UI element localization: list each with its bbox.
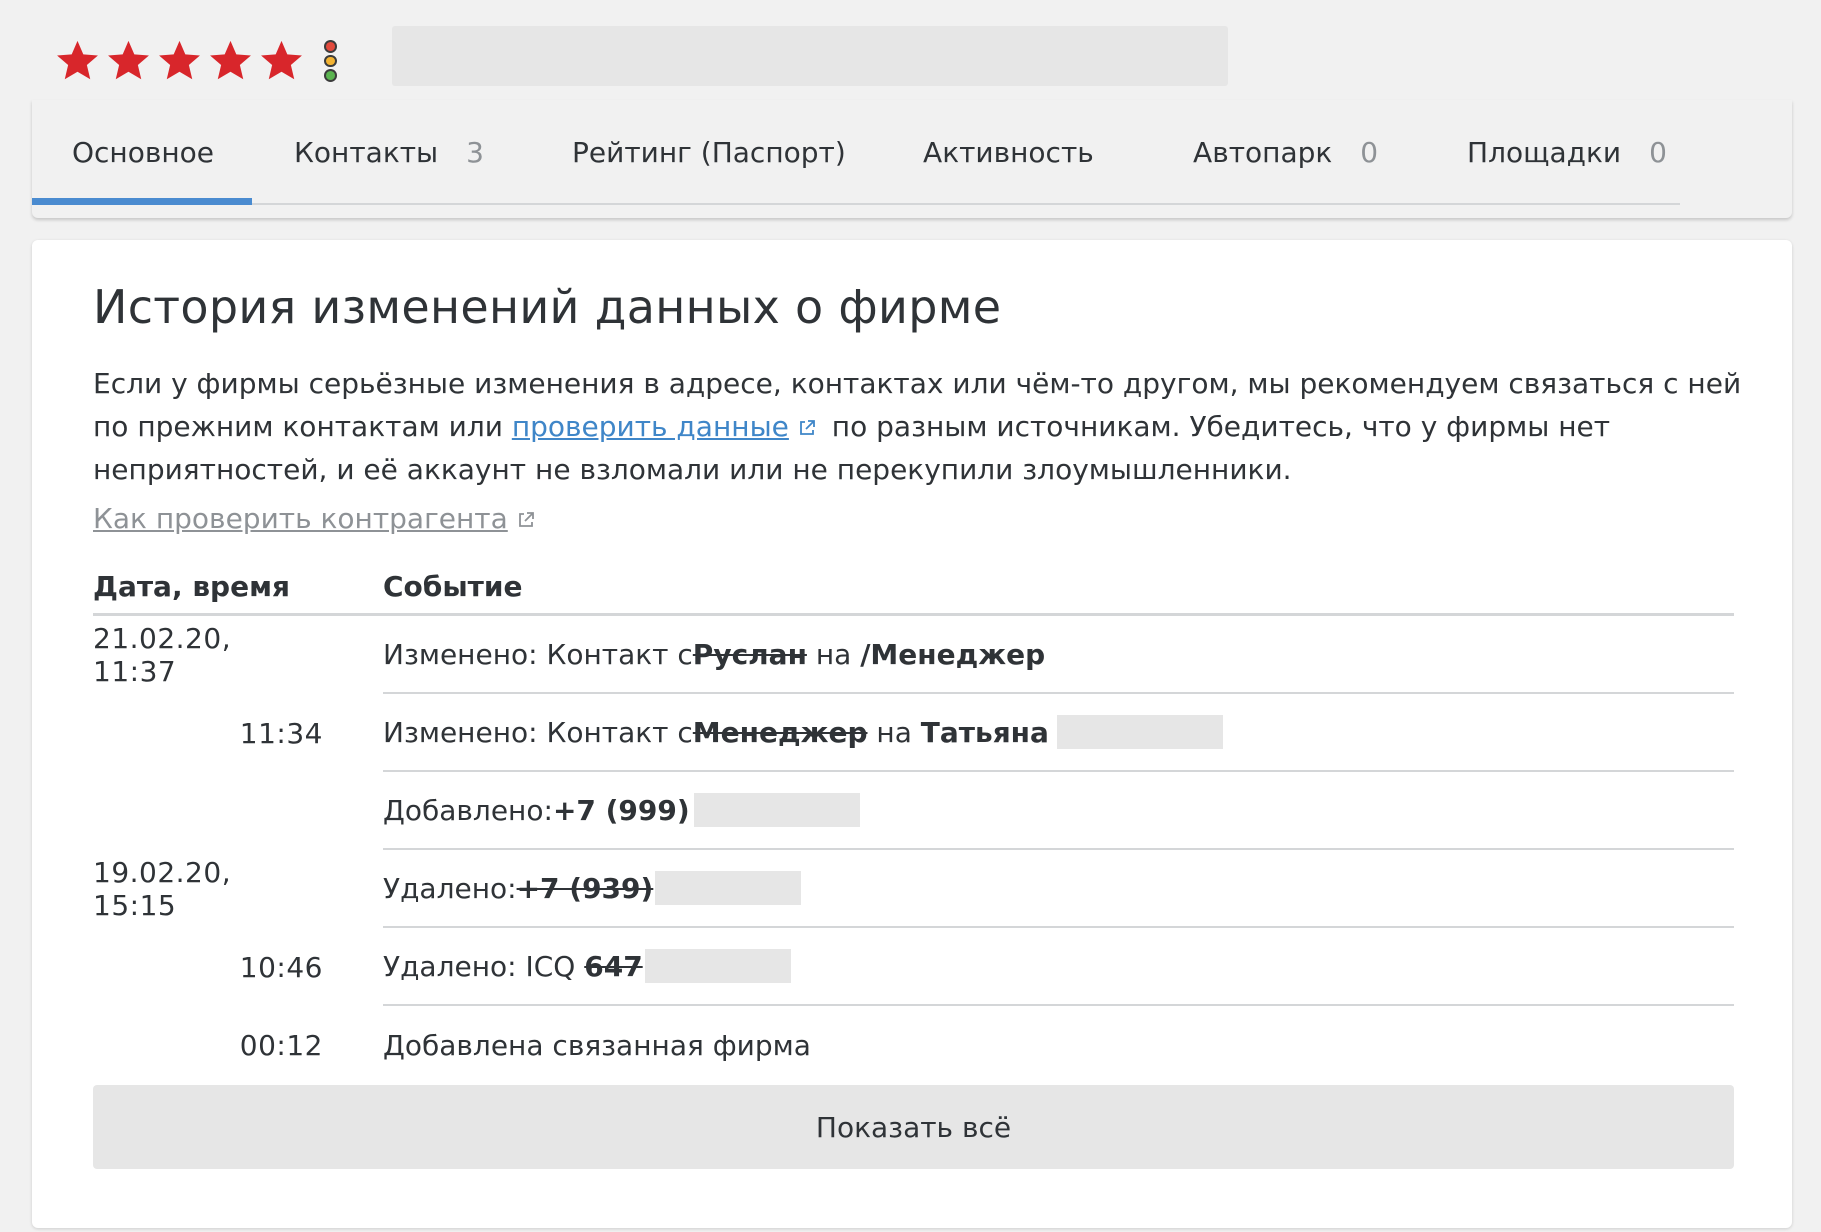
row-date: 11:34 [239,716,323,750]
tab-count: 0 [1360,136,1379,169]
star-icon [261,40,302,80]
table-row: Добавлено: +7 (999) [93,772,1734,850]
verify-data-link[interactable]: проверить данные [512,410,789,443]
star-icon [108,40,149,80]
howto-check-link[interactable]: Как проверить контрагента [93,502,542,535]
company-name-hidden [392,26,1228,86]
tab-rating-passport[interactable]: Рейтинг (Паспорт) [532,100,923,205]
traffic-green-light [323,69,337,83]
hidden-value [693,793,860,827]
hidden-value [1056,715,1223,749]
event-old-value: Менеджер [692,715,868,749]
event-prefix: Добавлено: [383,793,553,827]
event-old-value: Руслан [692,637,807,671]
row-date: 21.02.20, 11:37 [93,622,232,688]
event-prefix: Удалено: [383,871,517,905]
hidden-value [644,949,791,983]
history-table: Дата, время Событие 21.02.20, 11:37 Изме… [93,560,1734,1084]
row-date: 00:12 [239,1028,323,1062]
tab-count: 3 [466,136,484,169]
row-date [93,772,383,850]
tab-label: Активность [923,136,1094,169]
table-row: 11:34 Изменено: Контакт с Менеджер на Та… [93,694,1734,772]
event-mid: на [806,637,861,671]
history-title: История изменений данных о фирме [93,280,1002,334]
row-event: Добавлена связанная фирма [383,1006,1734,1084]
row-event: Добавлено: +7 (999) [383,772,1734,850]
history-lead: Если у фирмы серьёзные изменения в адрес… [93,362,1753,491]
event-prefix: Изменено: Контакт с [383,637,693,671]
row-event: Удалено: +7 (939) [383,850,1734,928]
rating-stars [55,38,304,83]
row-date: 19.02.20, 15:15 [93,856,232,922]
star-icon [57,40,98,80]
event-new-value: +7 (999) [552,793,690,827]
event-mid: на [867,715,921,749]
tabs-panel: Основное Контакты 3 Рейтинг (Паспорт) Ак… [32,100,1792,218]
row-event: Изменено: Контакт с Руслан на /Менеджер [383,616,1734,694]
table-row: 21.02.20, 11:37 Изменено: Контакт с Русл… [93,616,1734,694]
active-tab-indicator [32,198,252,205]
row-event: Удалено: ICQ 647 [383,928,1734,1006]
table-row: 00:12 Добавлена связанная фирма [93,1006,1734,1084]
event-old-value: 647 [584,949,643,983]
tab-label: Рейтинг (Паспорт) [572,136,846,169]
event-new-value: /Менеджер [860,637,1046,671]
tabs-underline [32,203,1680,205]
table-row: 19.02.20, 15:15 Удалено: +7 (939) [93,850,1734,928]
external-link-icon [518,512,534,527]
tab-platforms[interactable]: Площадки 0 [1467,100,1667,205]
history-card: История изменений данных о фирме Если у … [32,240,1792,1228]
tab-label: Автопарк [1193,136,1333,169]
traffic-red-light [323,40,337,53]
event-prefix: Удалено: ICQ [383,949,585,983]
event-old-value: +7 (939) [516,871,654,905]
table-row: 10:46 Удалено: ICQ 647 [93,928,1734,1006]
tab-label: Основное [72,136,215,169]
tab-main[interactable]: Основное [32,100,254,205]
tab-activity[interactable]: Активность [923,100,1193,205]
row-event: Изменено: Контакт с Менеджер на Татьяна [383,694,1734,772]
tabs: Основное Контакты 3 Рейтинг (Паспорт) Ак… [32,100,1667,205]
row-date: 10:46 [239,950,323,984]
event-prefix: Изменено: Контакт с [383,715,693,749]
event-new-value: Татьяна [920,715,1049,749]
column-event: Событие [383,570,523,603]
tab-fleet[interactable]: Автопарк 0 [1193,100,1467,205]
external-link-icon [800,420,815,435]
howto-label: Как проверить контрагента [93,502,508,535]
star-icon [210,40,251,80]
tab-contacts[interactable]: Контакты 3 [254,100,532,205]
table-header: Дата, время Событие [93,560,1734,616]
tab-label: Контакты [294,136,439,169]
hidden-value [655,871,802,905]
traffic-light-icon [320,40,340,83]
tab-label: Площадки [1467,136,1622,169]
show-all-button[interactable]: Показать всё [93,1085,1734,1169]
tab-count: 0 [1649,136,1667,169]
traffic-yellow-light [323,54,337,68]
event-prefix: Добавлена связанная фирма [383,1028,811,1062]
star-icon [159,40,200,80]
column-date: Дата, время [93,570,290,603]
company-header: Основное Контакты 3 Рейтинг (Паспорт) Ак… [0,0,1821,218]
